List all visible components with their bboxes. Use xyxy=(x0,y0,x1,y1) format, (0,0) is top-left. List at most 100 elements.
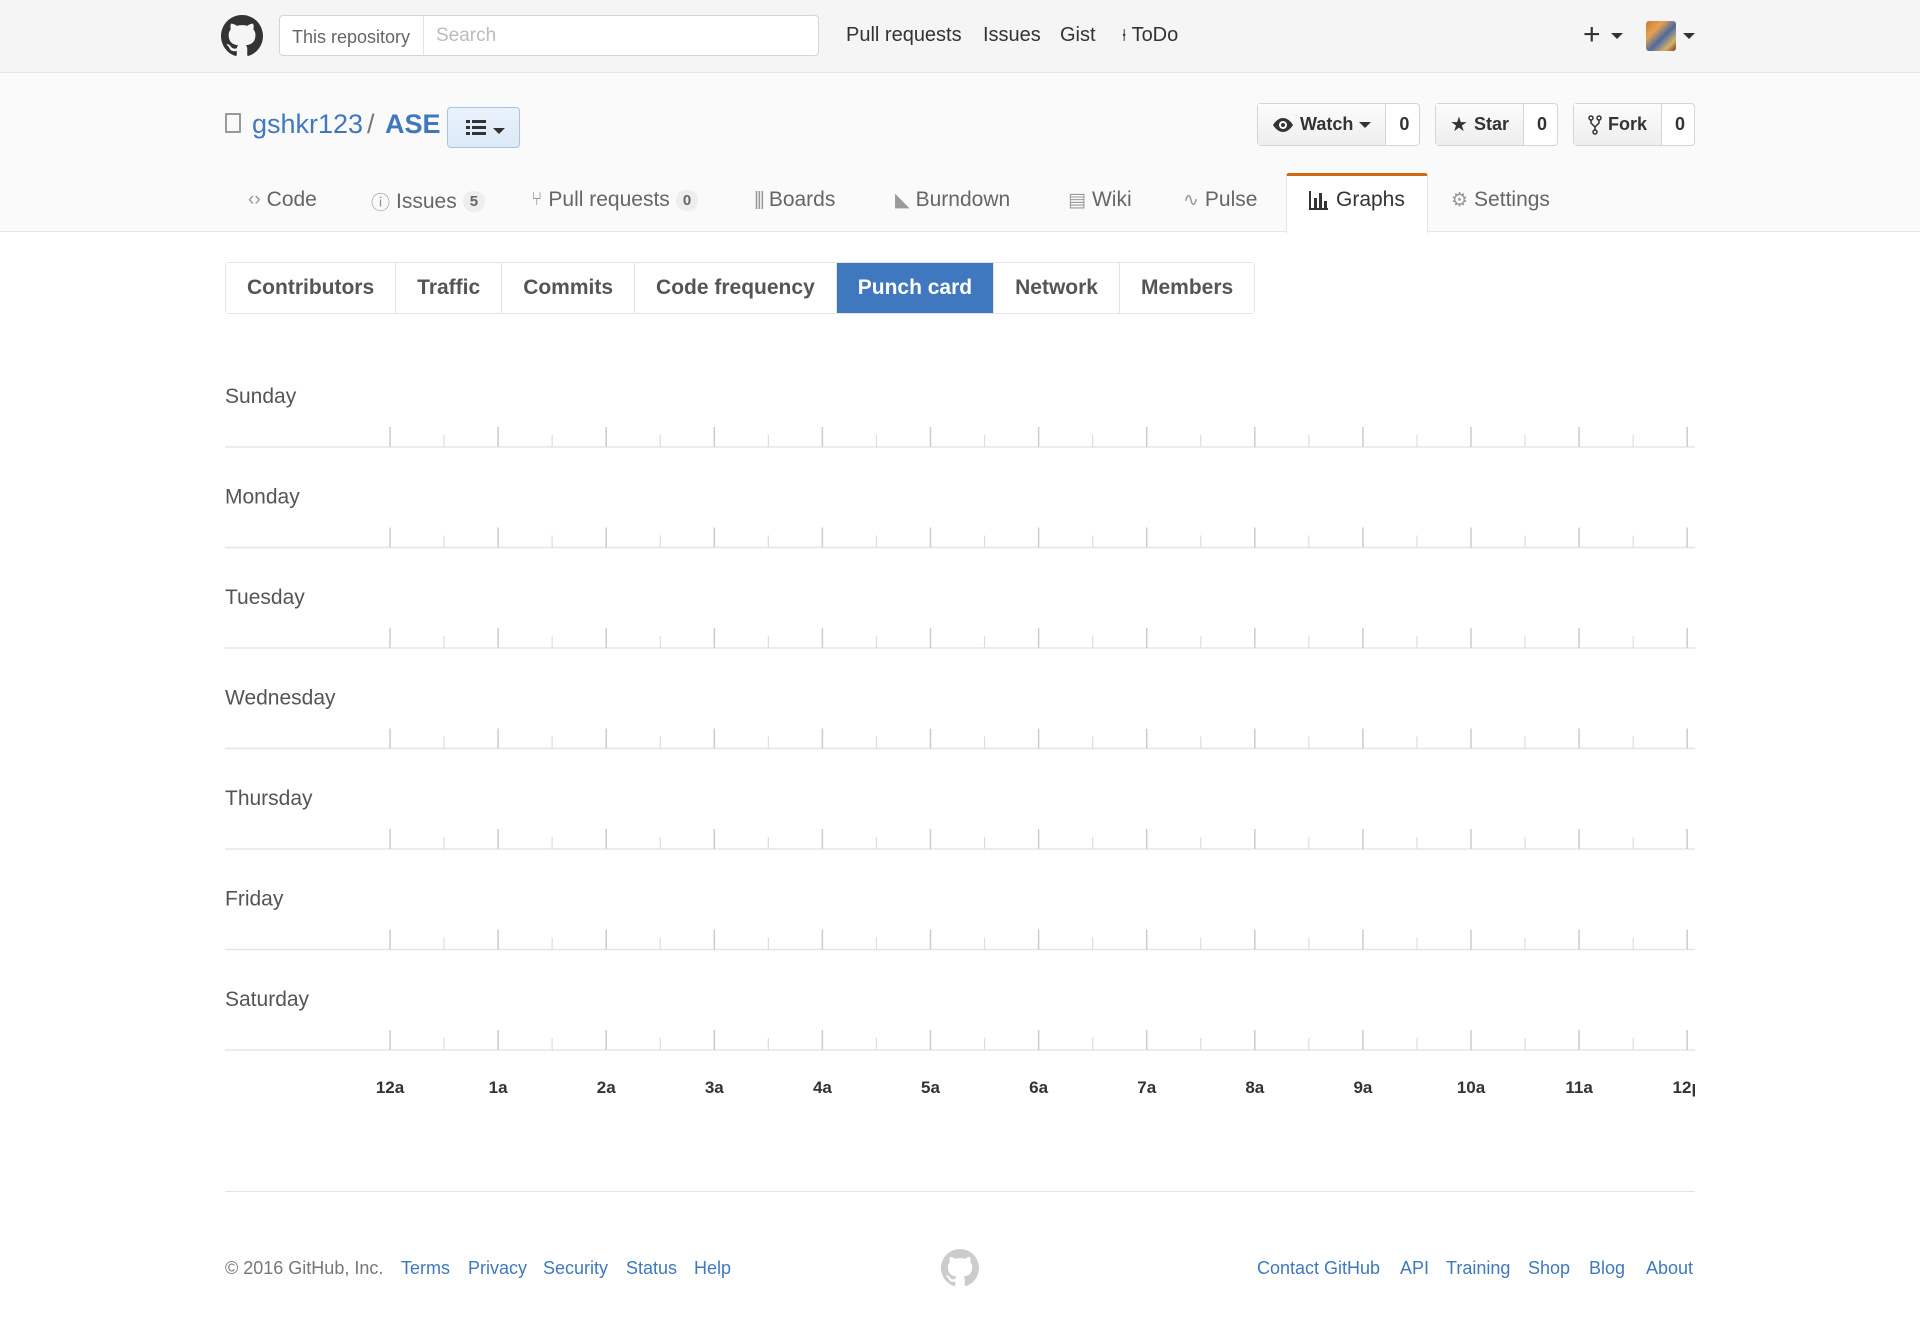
subnav-contributors[interactable]: Contributors xyxy=(226,263,397,313)
subnav-code-frequency[interactable]: Code frequency xyxy=(635,263,837,313)
subnav-members[interactable]: Members xyxy=(1119,263,1255,313)
footer-link-terms[interactable]: Terms xyxy=(401,1258,450,1279)
github-logo-icon[interactable] xyxy=(221,15,263,57)
hour-axis-label: 12a xyxy=(376,1078,405,1097)
footer-link-security[interactable]: Security xyxy=(543,1258,608,1279)
fork-button[interactable]: Fork xyxy=(1574,104,1663,145)
chevron-down-icon xyxy=(1610,33,1623,40)
tab-settings[interactable]: ⚙ Settings xyxy=(1451,188,1550,212)
star-button[interactable]: ★ Star xyxy=(1436,104,1524,145)
day-label: Monday xyxy=(225,486,300,509)
hour-axis-label: 1a xyxy=(489,1078,508,1097)
graph-icon xyxy=(1309,191,1328,210)
header-nav-todo-label: ToDo xyxy=(1131,24,1179,46)
star-icon: ★ xyxy=(1450,114,1468,136)
tab-issues-label: Issues xyxy=(396,189,457,213)
tab-graphs-label: Graphs xyxy=(1336,188,1405,211)
fork-count[interactable]: 0 xyxy=(1662,104,1698,145)
avatar[interactable] xyxy=(1646,21,1676,51)
hour-axis-label: 8a xyxy=(1245,1078,1264,1097)
tab-burndown-label: Burndown xyxy=(915,188,1011,211)
site-header: This repository Pull requests Issues Gis… xyxy=(0,0,1920,73)
hour-axis-label: 4a xyxy=(813,1078,832,1097)
pulse-icon: ∿ xyxy=(1183,189,1199,211)
subnav-network[interactable]: Network xyxy=(994,263,1120,313)
footer-link-contact[interactable]: Contact GitHub xyxy=(1257,1258,1380,1279)
hour-axis-label: 9a xyxy=(1353,1078,1372,1097)
chevron-down-icon xyxy=(493,128,505,134)
footer-divider xyxy=(225,1191,1695,1192)
new-menu-button[interactable]: + xyxy=(1583,18,1623,52)
subnav-commits[interactable]: Commits xyxy=(502,263,636,313)
tab-boards[interactable]: ||| Boards xyxy=(754,188,835,212)
repo-list-menu-button[interactable] xyxy=(447,107,520,148)
repo-owner-link[interactable]: gshkr123 xyxy=(252,109,363,140)
pulls-counter: 0 xyxy=(675,189,699,211)
header-nav-pull-requests[interactable]: Pull requests xyxy=(846,24,962,47)
tab-wiki-label: Wiki xyxy=(1091,188,1132,211)
footer-link-shop[interactable]: Shop xyxy=(1528,1258,1570,1279)
watch-group: Watch 0 xyxy=(1257,103,1420,146)
chevron-down-icon xyxy=(1359,121,1372,128)
tab-boards-label: Boards xyxy=(768,188,836,211)
subnav-punch-card[interactable]: Punch card xyxy=(836,263,995,313)
punch-card-svg: Sunday Monday Tuesday Wednesday Thursday Frid… xyxy=(225,385,1920,1097)
tab-code[interactable]: ‹› Code xyxy=(248,188,317,212)
footer-link-blog[interactable]: Blog xyxy=(1589,1258,1625,1279)
star-group: ★ Star 0 xyxy=(1435,103,1558,146)
subnav-traffic[interactable]: Traffic xyxy=(396,263,503,313)
tab-pulse[interactable]: ∿ Pulse xyxy=(1183,188,1257,212)
graphs-subnav: Contributors Traffic Commits Code freque… xyxy=(225,262,1256,314)
watch-count[interactable]: 0 xyxy=(1386,104,1422,145)
github-mark-icon[interactable] xyxy=(941,1249,979,1287)
hour-axis-label: 10a xyxy=(1457,1078,1486,1097)
plus-icon: + xyxy=(1583,18,1601,51)
issues-counter: 5 xyxy=(462,191,486,212)
tab-burndown[interactable]: ◣ Burndown xyxy=(895,188,1010,212)
star-label: Star xyxy=(1473,114,1509,134)
fork-label: Fork xyxy=(1608,114,1648,134)
git-pull-request-icon: ⑂ xyxy=(531,189,543,210)
day-label: Friday xyxy=(225,888,284,911)
footer-link-about[interactable]: About xyxy=(1646,1258,1693,1279)
project-icon: ||| xyxy=(754,189,765,210)
search-input[interactable] xyxy=(424,16,818,55)
day-label: Thursday xyxy=(225,787,313,810)
tab-pull-requests-label: Pull requests xyxy=(548,188,670,211)
site-search: This repository xyxy=(279,15,819,56)
footer-link-training[interactable]: Training xyxy=(1446,1258,1510,1279)
footer-copyright: © 2016 GitHub, Inc. xyxy=(225,1258,384,1278)
repo-icon xyxy=(225,113,241,133)
repo-name-link[interactable]: ASE xyxy=(385,109,441,140)
footer-link-privacy[interactable]: Privacy xyxy=(468,1258,527,1279)
hour-axis-label: 7a xyxy=(1137,1078,1156,1097)
day-label: Sunday xyxy=(225,385,297,408)
tab-graphs[interactable]: Graphs xyxy=(1308,188,1405,212)
chevron-down-icon[interactable] xyxy=(1683,33,1695,39)
gear-icon: ⚙ xyxy=(1451,189,1469,211)
tab-pull-requests[interactable]: ⑂ Pull requests 0 xyxy=(531,188,699,212)
todo-pin-icon: ⍿ xyxy=(1122,26,1127,45)
tab-settings-label: Settings xyxy=(1474,188,1550,211)
hour-axis-label: 2a xyxy=(597,1078,616,1097)
tab-pulse-label: Pulse xyxy=(1204,188,1258,211)
day-label: Wednesday xyxy=(225,687,336,710)
fork-group: Fork 0 xyxy=(1573,103,1695,146)
header-nav-todo[interactable]: ⍿ ToDo xyxy=(1122,24,1178,47)
issue-opened-icon: ⓘ xyxy=(371,193,391,214)
hour-axis-label: 12p xyxy=(1673,1078,1695,1097)
eye-icon xyxy=(1273,117,1293,132)
header-nav-gist[interactable]: Gist xyxy=(1060,24,1096,47)
watch-label: Watch xyxy=(1300,114,1354,134)
hour-axis-label: 5a xyxy=(921,1078,940,1097)
footer-link-help[interactable]: Help xyxy=(694,1258,731,1279)
repo-path-separator: / xyxy=(367,109,375,139)
tab-code-label: Code xyxy=(266,188,317,211)
star-count[interactable]: 0 xyxy=(1524,104,1560,145)
header-nav-issues[interactable]: Issues xyxy=(983,24,1041,47)
footer-link-api[interactable]: API xyxy=(1400,1258,1429,1279)
tab-issues[interactable]: ⓘ Issues 5 xyxy=(371,188,486,215)
watch-button[interactable]: Watch xyxy=(1258,104,1387,145)
footer-link-status[interactable]: Status xyxy=(626,1258,677,1279)
tab-wiki[interactable]: ▤ Wiki xyxy=(1068,188,1132,212)
